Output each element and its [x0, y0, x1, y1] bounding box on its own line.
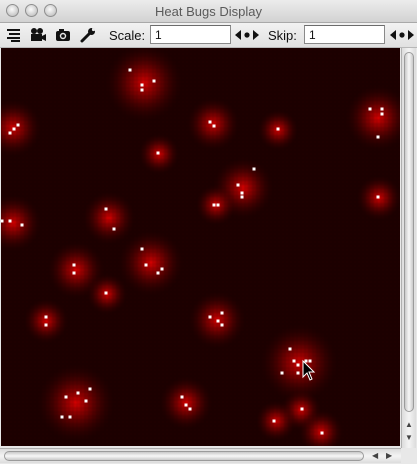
heat-bug[interactable]	[144, 263, 148, 267]
heat-bug[interactable]	[220, 311, 224, 315]
scroll-left-arrow-icon[interactable]: ◀	[372, 451, 378, 461]
vertical-scrollbar[interactable]: ▲ ▼	[401, 48, 416, 448]
scale-label: Scale:	[109, 28, 146, 43]
heat-bug[interactable]	[320, 431, 324, 435]
window-title: Heat Bugs Display	[155, 4, 262, 19]
heat-bug[interactable]	[152, 79, 156, 83]
heat-bug[interactable]	[140, 83, 144, 87]
heat-bug[interactable]	[84, 399, 88, 403]
skip-label: Skip:	[268, 28, 297, 43]
scroll-right-arrow-icon[interactable]: ▶	[386, 451, 392, 461]
skip-input[interactable]: 1	[304, 25, 385, 44]
heat-bug[interactable]	[104, 291, 108, 295]
scroll-up-arrow-icon[interactable]: ▲	[405, 420, 413, 430]
heat-bug[interactable]	[236, 183, 240, 187]
heat-bug[interactable]	[140, 247, 144, 251]
heat-bug[interactable]	[104, 207, 108, 211]
vertical-scroll-thumb[interactable]	[404, 52, 414, 412]
camera-icon[interactable]	[54, 27, 72, 43]
heat-bug[interactable]	[300, 407, 304, 411]
heat-bug[interactable]	[304, 359, 308, 363]
heat-bug[interactable]	[76, 391, 80, 395]
movie-camera-icon[interactable]	[29, 27, 47, 43]
heat-bug[interactable]	[368, 107, 372, 111]
heat-bug[interactable]	[380, 112, 384, 116]
horizontal-scrollbar[interactable]: ◀ ▶	[0, 448, 401, 463]
heat-bug[interactable]	[208, 315, 212, 319]
heat-bug[interactable]	[376, 135, 380, 139]
heat-bug[interactable]	[220, 323, 224, 327]
heat-bug[interactable]	[68, 415, 72, 419]
heat-map	[1, 48, 400, 446]
heat-bug[interactable]	[292, 359, 296, 363]
heat-bug[interactable]	[188, 407, 192, 411]
heat-bug[interactable]	[212, 124, 216, 128]
heat-bug[interactable]	[252, 167, 256, 171]
heat-bug[interactable]	[216, 319, 220, 323]
scale-stepper[interactable]	[233, 27, 261, 43]
horizontal-scroll-thumb[interactable]	[4, 451, 364, 461]
heat-bug[interactable]	[156, 271, 160, 275]
heat-bug[interactable]	[280, 371, 284, 375]
heat-bug[interactable]	[180, 395, 184, 399]
heat-bug[interactable]	[60, 415, 64, 419]
heat-bug[interactable]	[296, 363, 300, 367]
heat-bug[interactable]	[276, 127, 280, 131]
heat-bug[interactable]	[128, 68, 132, 72]
heat-bug[interactable]	[72, 271, 76, 275]
heat-bug[interactable]	[140, 88, 144, 92]
heat-bug[interactable]	[12, 127, 16, 131]
heat-bug[interactable]	[8, 219, 12, 223]
heat-bug[interactable]	[216, 203, 220, 207]
scale-input[interactable]: 1	[150, 25, 231, 44]
heat-bug[interactable]	[288, 347, 292, 351]
heat-bug[interactable]	[64, 395, 68, 399]
heat-bug[interactable]	[240, 191, 244, 195]
heat-bug[interactable]	[72, 263, 76, 267]
heat-bug[interactable]	[240, 195, 244, 199]
heat-bug[interactable]	[20, 223, 24, 227]
heat-bug[interactable]	[184, 403, 188, 407]
scroll-down-arrow-icon[interactable]: ▼	[405, 433, 413, 443]
heat-bug[interactable]	[296, 371, 300, 375]
heat-bug[interactable]	[160, 267, 164, 271]
heat-bug[interactable]	[376, 195, 380, 199]
heat-bug[interactable]	[308, 359, 312, 363]
heat-bug[interactable]	[208, 120, 212, 124]
heat-bug[interactable]	[212, 203, 216, 207]
heat-bug[interactable]	[1, 219, 4, 223]
heat-bug[interactable]	[44, 323, 48, 327]
resize-grip[interactable]	[401, 448, 417, 464]
title-bar[interactable]: Heat Bugs Display	[0, 0, 417, 23]
heat-bug[interactable]	[44, 315, 48, 319]
heat-bug[interactable]	[156, 151, 160, 155]
wrench-icon[interactable]	[79, 27, 97, 43]
heat-bug[interactable]	[8, 131, 12, 135]
skip-stepper[interactable]	[388, 27, 416, 43]
heat-bug[interactable]	[112, 227, 116, 231]
layers-icon[interactable]	[5, 27, 23, 43]
heat-bug[interactable]	[380, 107, 384, 111]
heat-bug[interactable]	[16, 123, 20, 127]
heat-bug[interactable]	[272, 419, 276, 423]
toolbar: Scale: 1 Skip: 1	[0, 23, 417, 48]
heat-bug[interactable]	[88, 387, 92, 391]
heat-bugs-canvas[interactable]	[1, 48, 400, 446]
